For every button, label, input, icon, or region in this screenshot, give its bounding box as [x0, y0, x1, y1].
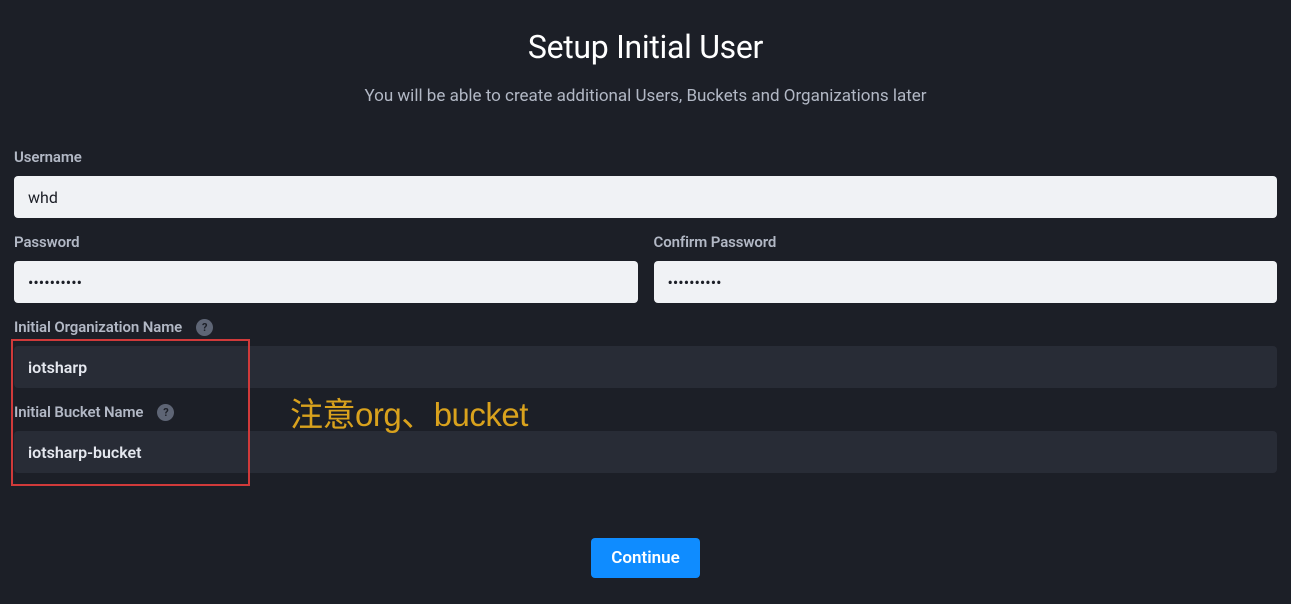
bucket-label: Initial Bucket Name ? — [14, 403, 1277, 421]
username-input[interactable] — [14, 176, 1277, 218]
password-group: Password — [14, 233, 638, 303]
bucket-input[interactable] — [14, 431, 1277, 473]
password-label: Password — [14, 233, 638, 251]
form-wrapper: Username Password Confirm Password Initi… — [14, 148, 1277, 578]
username-label: Username — [14, 148, 1277, 166]
bucket-label-text: Initial Bucket Name — [14, 403, 143, 421]
page-subtitle: You will be able to create additional Us… — [364, 86, 926, 106]
confirm-password-group: Confirm Password — [654, 233, 1278, 303]
password-row: Password Confirm Password — [14, 233, 1277, 318]
help-icon[interactable]: ? — [157, 404, 174, 421]
bucket-group: Initial Bucket Name ? — [14, 403, 1277, 473]
confirm-password-label: Confirm Password — [654, 233, 1278, 251]
setup-form-container: Setup Initial User You will be able to c… — [0, 0, 1291, 578]
password-input[interactable] — [14, 261, 638, 303]
help-icon[interactable]: ? — [196, 319, 213, 336]
continue-button[interactable]: Continue — [591, 538, 700, 578]
org-label-text: Initial Organization Name — [14, 318, 182, 336]
org-input[interactable] — [14, 346, 1277, 388]
confirm-password-input[interactable] — [654, 261, 1278, 303]
org-label: Initial Organization Name ? — [14, 318, 1277, 336]
page-title: Setup Initial User — [528, 28, 763, 66]
username-group: Username — [14, 148, 1277, 218]
org-group: Initial Organization Name ? — [14, 318, 1277, 388]
